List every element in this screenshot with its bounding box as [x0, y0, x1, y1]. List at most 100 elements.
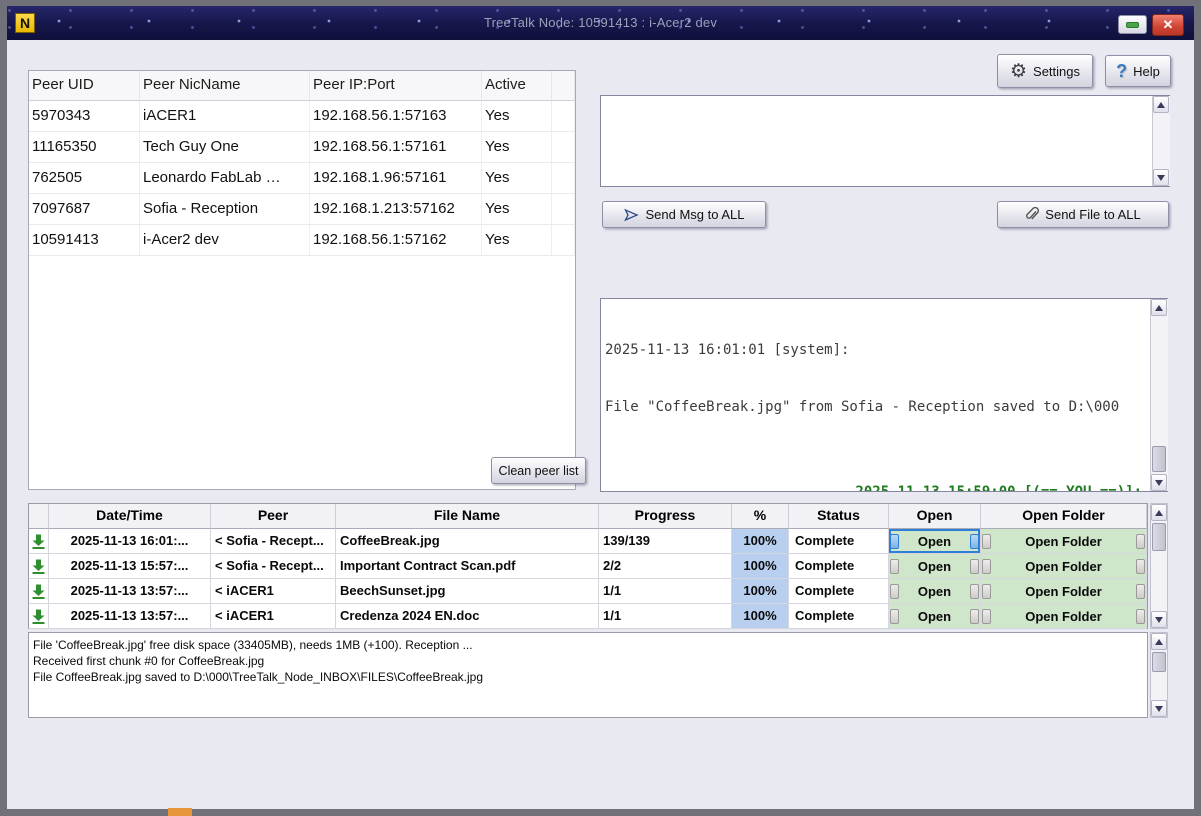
open-file-button[interactable]: Open	[889, 604, 981, 629]
clean-peer-list-button[interactable]: Clean peer list	[491, 457, 586, 484]
button-nub	[970, 534, 979, 549]
scroll-up-button[interactable]	[1151, 504, 1167, 521]
button-nub	[970, 559, 979, 574]
close-button[interactable]: ✕	[1152, 14, 1184, 36]
peer-row[interactable]: 5970343 iACER1 192.168.56.1:57163 Yes	[29, 101, 575, 132]
peer-nickname: Leonardo FabLab …	[140, 163, 310, 194]
transfer-percent: 100%	[732, 604, 789, 629]
button-nub	[970, 584, 979, 599]
scroll-up-button[interactable]	[1151, 299, 1167, 316]
paperclip-icon	[1025, 207, 1039, 223]
open-folder-button[interactable]: Open Folder	[981, 604, 1147, 629]
peer-col-uid[interactable]: Peer UID	[29, 71, 140, 101]
transfers-col-status[interactable]: Status	[789, 504, 889, 529]
peer-uid: 762505	[29, 163, 140, 194]
minimize-button[interactable]	[1118, 15, 1147, 34]
peer-uid: 11165350	[29, 132, 140, 163]
button-nub	[1136, 559, 1145, 574]
message-compose-panel	[600, 95, 1170, 187]
status-log-scrollbar[interactable]	[1150, 632, 1168, 718]
transfers-scrollbar[interactable]	[1150, 503, 1168, 629]
settings-button[interactable]: ⚙ Settings	[997, 54, 1093, 88]
peer-col-ip[interactable]: Peer IP:Port	[310, 71, 482, 101]
open-folder-button[interactable]: Open Folder	[981, 529, 1147, 554]
button-nub	[1136, 534, 1145, 549]
open-folder-button[interactable]: Open Folder	[981, 579, 1147, 604]
open-folder-button[interactable]: Open Folder	[981, 554, 1147, 579]
download-icon	[29, 554, 49, 579]
up-arrow-icon	[1155, 639, 1163, 645]
peer-row[interactable]: 762505 Leonardo FabLab … 192.168.1.96:57…	[29, 163, 575, 194]
minimize-icon	[1126, 22, 1139, 28]
transfer-percent: 100%	[732, 579, 789, 604]
scroll-thumb[interactable]	[1152, 523, 1166, 551]
help-button[interactable]: ? Help	[1105, 55, 1171, 87]
send-msg-to-all-button[interactable]: Send Msg to ALL	[602, 201, 766, 228]
peer-ip: 192.168.1.96:57161	[310, 163, 482, 194]
message-input-scrollbar[interactable]	[1152, 96, 1170, 186]
peer-ip: 192.168.56.1:57161	[310, 132, 482, 163]
peer-row[interactable]: 11165350 Tech Guy One 192.168.56.1:57161…	[29, 132, 575, 163]
message-input[interactable]	[601, 96, 1151, 186]
transfers-table: Date/Time Peer File Name Progress % Stat…	[28, 503, 1148, 629]
open-file-button[interactable]: Open	[889, 529, 981, 554]
transfer-row[interactable]: 2025-11-13 15:57:... < Sofia - Recept...…	[29, 554, 1147, 579]
scroll-thumb[interactable]	[1152, 652, 1166, 672]
transfer-row[interactable]: 2025-11-13 13:57:... < iACER1 BeechSunse…	[29, 579, 1147, 604]
transfers-col-pct[interactable]: %	[732, 504, 789, 529]
scroll-up-button[interactable]	[1153, 96, 1169, 113]
scroll-thumb[interactable]	[1152, 446, 1166, 472]
button-nub	[970, 609, 979, 624]
peer-col-active[interactable]: Active	[482, 71, 552, 101]
peer-col-nickname[interactable]: Peer NicName	[140, 71, 310, 101]
chat-scrollbar[interactable]	[1150, 299, 1168, 491]
peer-active: Yes	[482, 225, 552, 256]
transfers-col-open[interactable]: Open	[889, 504, 981, 529]
scroll-down-button[interactable]	[1151, 700, 1167, 717]
transfers-col-open-folder[interactable]: Open Folder	[981, 504, 1147, 529]
button-nub	[1136, 609, 1145, 624]
transfer-row[interactable]: 2025-11-13 13:57:... < iACER1 Credenza 2…	[29, 604, 1147, 629]
transfers-col-peer[interactable]: Peer	[211, 504, 336, 529]
transfer-progress: 2/2	[599, 554, 732, 579]
button-nub	[890, 584, 899, 599]
peer-active: Yes	[482, 101, 552, 132]
scroll-down-button[interactable]	[1153, 169, 1169, 186]
transfer-percent: 100%	[732, 554, 789, 579]
peer-active: Yes	[482, 194, 552, 225]
peer-active: Yes	[482, 163, 552, 194]
button-nub	[890, 534, 899, 549]
up-arrow-icon	[1155, 305, 1163, 311]
peer-table-header: Peer UID Peer NicName Peer IP:Port Activ…	[29, 71, 575, 101]
open-file-button[interactable]: Open	[889, 554, 981, 579]
send-file-label: Send File to ALL	[1045, 207, 1140, 222]
download-icon	[29, 604, 49, 629]
peer-nickname: iACER1	[140, 101, 310, 132]
peer-row[interactable]: 10591413 i-Acer2 dev 192.168.56.1:57162 …	[29, 225, 575, 256]
transfers-col-file[interactable]: File Name	[336, 504, 599, 529]
send-file-to-all-button[interactable]: Send File to ALL	[997, 201, 1169, 228]
transfer-progress: 1/1	[599, 604, 732, 629]
transfer-date: 2025-11-13 13:57:...	[49, 604, 211, 629]
button-nub	[1136, 584, 1145, 599]
transfer-peer: < Sofia - Recept...	[211, 529, 336, 554]
transfer-progress: 1/1	[599, 579, 732, 604]
status-log-line: File CoffeeBreak.jpg saved to D:\000\Tre…	[33, 669, 1143, 685]
transfer-filename: CoffeeBreak.jpg	[336, 529, 599, 554]
button-nub	[982, 584, 991, 599]
client-area: Peer UID Peer NicName Peer IP:Port Activ…	[7, 40, 1194, 809]
peer-row[interactable]: 7097687 Sofia - Reception 192.168.1.213:…	[29, 194, 575, 225]
scroll-down-button[interactable]	[1151, 474, 1167, 491]
peer-nickname: Sofia - Reception	[140, 194, 310, 225]
transfer-peer: < iACER1	[211, 579, 336, 604]
scroll-up-button[interactable]	[1151, 633, 1167, 650]
transfers-col-date[interactable]: Date/Time	[49, 504, 211, 529]
scroll-down-button[interactable]	[1151, 611, 1167, 628]
chat-system-timestamp: 2025-11-13 16:01:01 [system]:	[605, 341, 1150, 360]
peer-uid: 10591413	[29, 225, 140, 256]
transfer-row[interactable]: 2025-11-13 16:01:... < Sofia - Recept...…	[29, 529, 1147, 554]
transfers-col-progress[interactable]: Progress	[599, 504, 732, 529]
down-arrow-icon	[1155, 706, 1163, 712]
open-file-button[interactable]: Open	[889, 579, 981, 604]
transfer-filename: BeechSunset.jpg	[336, 579, 599, 604]
